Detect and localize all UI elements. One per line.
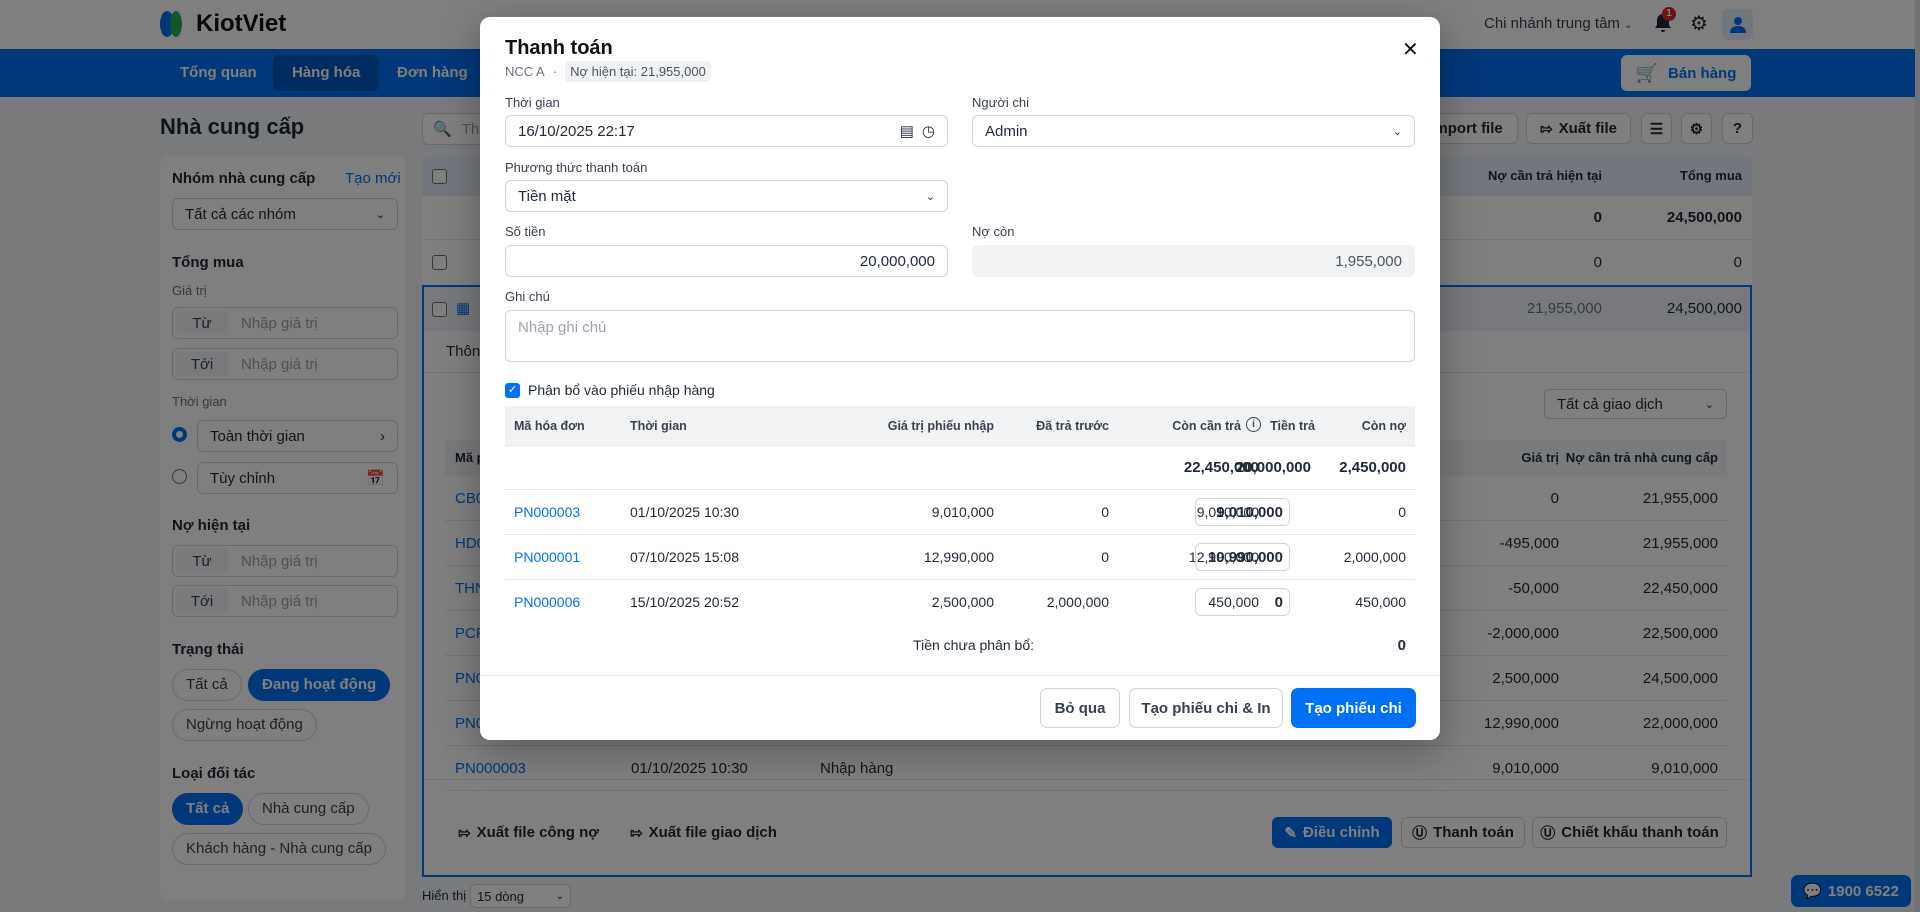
invoice-code-link[interactable]: PN000003 <box>514 504 580 520</box>
time-value: 16/10/2025 22:17 <box>518 122 635 140</box>
allocation-table-header: Mã hóa đơn Thời gian Giá trị phiếu nhập … <box>505 406 1415 446</box>
payer-label: Người chi <box>972 95 1029 110</box>
unallocated-value: 0 <box>1397 637 1406 654</box>
allocation-totals-row: 22,450,000 20,000,000 2,450,000 <box>505 446 1415 490</box>
invoice-time: 07/10/2025 15:08 <box>630 549 739 565</box>
invoice-code-link[interactable]: PN000006 <box>514 594 580 610</box>
calendar-icon[interactable]: ▤ <box>900 122 914 140</box>
pay-amount-input[interactable]: 10,990,000 <box>1195 543 1290 571</box>
method-value: Tiền mặt <box>518 187 576 205</box>
prepaid: 0 <box>1101 504 1109 520</box>
create-and-print-button[interactable]: Tạo phiếu chi & In <box>1129 688 1283 728</box>
amount-input[interactable]: 20,000,000 <box>505 245 948 277</box>
info-icon[interactable]: i <box>1246 417 1261 432</box>
remaining-label: Nợ còn <box>972 224 1015 239</box>
time-input[interactable]: 16/10/2025 22:17 ▤ ◷ <box>505 115 948 147</box>
col-time: Thời gian <box>630 419 687 433</box>
pay-amount-input[interactable]: 9,010,000 <box>1195 498 1290 526</box>
prepaid: 0 <box>1101 549 1109 565</box>
current-debt-badge: Nợ hiện tại: 21,955,000 <box>565 61 711 82</box>
separator: · <box>552 64 558 79</box>
cancel-button[interactable]: Bỏ qua <box>1040 688 1120 728</box>
modal-footer-divider <box>480 675 1440 676</box>
payer-value: Admin <box>985 122 1028 140</box>
payer-select[interactable]: Admin ⌄ <box>972 115 1415 147</box>
remaining-debt: 450,000 <box>1355 594 1406 610</box>
note-label: Ghi chú <box>505 289 550 304</box>
unallocated-label: Tiền chưa phân bổ: <box>913 637 1034 653</box>
import-value: 12,990,000 <box>923 549 994 565</box>
modal-subtitle: NCC A · Nợ hiện tại: 21,955,000 <box>505 61 711 82</box>
total-pay: 20,000,000 <box>1235 459 1311 476</box>
chevron-down-icon: ⌄ <box>1392 125 1402 138</box>
create-payment-button[interactable]: Tạo phiếu chi <box>1291 688 1416 728</box>
col-remaining-debt: Còn nợ <box>1361 419 1406 433</box>
allocation-row: PN000001 07/10/2025 15:08 12,990,000 0 1… <box>505 535 1415 580</box>
invoice-time: 15/10/2025 20:52 <box>630 594 739 610</box>
clock-icon[interactable]: ◷ <box>922 122 935 140</box>
col-import-value: Giá trị phiếu nhập <box>887 419 994 433</box>
method-select[interactable]: Tiền mặt ⌄ <box>505 180 948 212</box>
import-value: 2,500,000 <box>931 594 994 610</box>
col-invoice-code: Mã hóa đơn <box>514 419 585 433</box>
time-label: Thời gian <box>505 95 560 110</box>
remaining-value: 1,955,000 <box>1335 252 1402 270</box>
modal-title: Thanh toán <box>505 37 613 59</box>
remaining-debt: 2,000,000 <box>1343 549 1406 565</box>
note-textarea[interactable]: Nhập ghi chú <box>505 310 1415 362</box>
method-label: Phương thức thanh toán <box>505 160 648 175</box>
invoice-time: 01/10/2025 10:30 <box>630 504 739 520</box>
total-pay-wrap: 20,000,000 <box>1236 459 1311 476</box>
amount-value: 20,000,000 <box>859 252 935 270</box>
close-icon[interactable]: ✕ <box>1402 37 1419 62</box>
note-placeholder: Nhập ghi chú <box>518 319 607 336</box>
payment-modal: Thanh toán NCC A · Nợ hiện tại: 21,955,0… <box>480 17 1440 740</box>
chevron-down-icon: ⌄ <box>925 190 935 203</box>
import-value: 9,010,000 <box>931 504 994 520</box>
total-debt: 2,450,000 <box>1339 459 1406 476</box>
col-prepaid: Đã trả trước <box>1036 419 1109 433</box>
allocate-checkbox[interactable]: ✓ <box>505 383 520 398</box>
allocate-label: Phân bổ vào phiếu nhập hàng <box>528 382 715 398</box>
remaining-debt-field: 1,955,000 <box>972 245 1415 277</box>
col-pay: Tiền trả <box>1270 419 1315 433</box>
pay-amount-input[interactable]: 0 <box>1195 588 1290 616</box>
amount-label: Số tiền <box>505 224 546 239</box>
col-need-to-pay: Còn cần trả <box>1172 419 1241 433</box>
invoice-code-link[interactable]: PN000001 <box>514 549 580 565</box>
allocation-row: PN000006 15/10/2025 20:52 2,500,000 2,00… <box>505 580 1415 625</box>
supplier-name: NCC A <box>505 64 545 79</box>
remaining-debt: 0 <box>1398 504 1406 520</box>
prepaid: 2,000,000 <box>1046 594 1109 610</box>
allocation-row: PN000003 01/10/2025 10:30 9,010,000 0 9,… <box>505 490 1415 535</box>
